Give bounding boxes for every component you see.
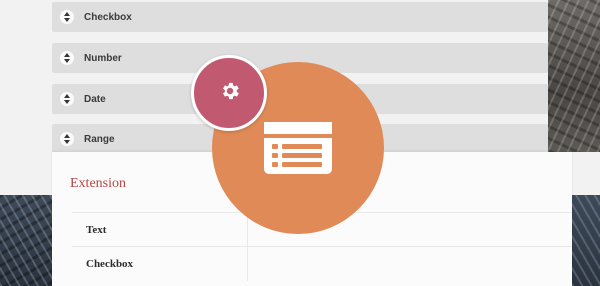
- form-list-icon: [264, 122, 332, 174]
- row-label: Text: [72, 213, 248, 247]
- background-photo: [572, 195, 600, 286]
- table-row[interactable]: Checkbox: [72, 246, 572, 281]
- field-label: Range: [84, 133, 115, 145]
- sort-handle-icon[interactable]: [60, 10, 74, 24]
- field-row-checkbox[interactable]: Checkbox: [52, 2, 548, 32]
- field-label: Number: [84, 52, 122, 64]
- row-label: Checkbox: [72, 247, 248, 281]
- sort-handle-icon[interactable]: [60, 92, 74, 106]
- panel-title: Extension: [70, 176, 126, 191]
- field-label: Date: [84, 93, 106, 105]
- sort-handle-icon[interactable]: [60, 51, 74, 65]
- field-label: Checkbox: [84, 11, 132, 23]
- gear-icon: [223, 82, 239, 100]
- sort-handle-icon[interactable]: [60, 132, 74, 146]
- background-photo: [548, 0, 600, 152]
- background-photo: [0, 195, 52, 286]
